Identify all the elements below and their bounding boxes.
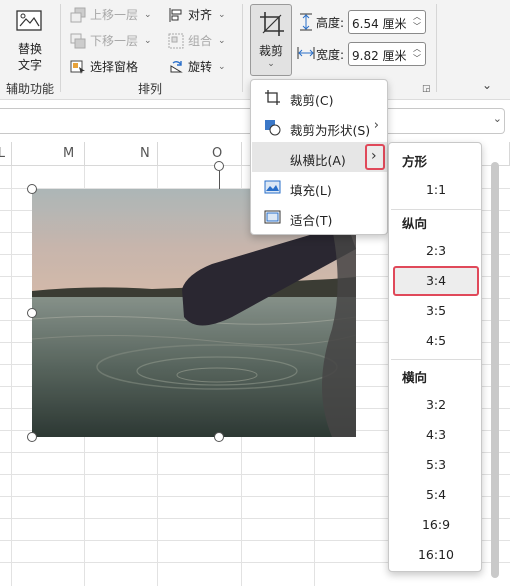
alt-text-label-1: 替换 <box>17 42 42 56</box>
menu-item-label: 适合(T) <box>290 213 333 228</box>
rotate-label: 旋转 <box>188 60 213 74</box>
width-value: 9.82 厘米 <box>352 49 407 63</box>
submenu-arrow-button[interactable]: › <box>365 144 385 170</box>
aspect-option[interactable]: 16:10 <box>393 540 479 570</box>
aspect-option[interactable]: 3:2 <box>393 390 479 420</box>
chevron-down-icon: ⌄ <box>267 59 275 69</box>
align-button[interactable]: 对齐 ⌄ <box>168 6 226 23</box>
rotate-button[interactable]: 旋转 ⌄ <box>168 58 226 75</box>
width-icon <box>297 47 315 59</box>
fit-icon <box>264 210 281 224</box>
section-header-square: 方形 <box>402 154 428 169</box>
resize-handle-bottom-left[interactable] <box>27 432 37 442</box>
section-header-portrait: 纵向 <box>402 216 428 231</box>
group-separator <box>436 4 437 92</box>
aspect-option[interactable]: 4:5 <box>393 326 479 356</box>
align-label: 对齐 <box>188 8 213 22</box>
aspect-option[interactable]: 2:3 <box>393 236 479 266</box>
alt-text-label-2: 文字 <box>17 58 42 72</box>
aspect-ratio-submenu: 方形 1:1 纵向 2:3 3:4 3:5 4:5 横向 3:2 4:3 5:3… <box>388 142 482 572</box>
aspect-option[interactable]: 1:1 <box>393 175 479 205</box>
menu-item-label: 裁剪为形状(S) <box>290 123 371 138</box>
chevron-down-icon: ⌄ <box>218 61 226 72</box>
menu-item-crop[interactable]: 裁剪(C) <box>252 82 387 112</box>
selection-pane-label: 选择窗格 <box>90 60 139 74</box>
height-icon <box>300 13 312 31</box>
chevron-down-icon: ⌄ <box>218 9 226 20</box>
aspect-option[interactable]: 3:5 <box>393 296 479 326</box>
send-backward-button[interactable]: 下移一层 ⌄ <box>70 32 152 49</box>
group-separator <box>242 4 243 92</box>
expand-formula-icon[interactable]: ⌄ <box>493 112 502 125</box>
selection-pane-icon <box>70 60 85 74</box>
scrollbar-thumb[interactable] <box>491 162 499 578</box>
bring-forward-button[interactable]: 上移一层 ⌄ <box>70 6 152 23</box>
size-dialog-launcher-icon[interactable]: ◲ <box>422 84 431 94</box>
aspect-option[interactable]: 5:4 <box>393 480 479 510</box>
selection-pane-button[interactable]: 选择窗格 <box>70 58 138 75</box>
menu-item-fill[interactable]: 填充(L) <box>252 172 387 202</box>
resize-handle-left[interactable] <box>27 308 37 318</box>
bring-forward-icon <box>70 7 86 22</box>
rotation-handle[interactable] <box>214 161 224 171</box>
shape-crop-icon <box>265 120 281 136</box>
send-backward-icon <box>70 33 86 48</box>
height-label: 高度: <box>316 16 345 30</box>
chevron-down-icon: ⌄ <box>144 9 152 20</box>
menu-item-aspect-ratio[interactable]: 纵横比(A) › <box>252 142 387 172</box>
menu-item-label: 填充(L) <box>290 183 332 198</box>
vertical-scrollbar[interactable] <box>488 160 502 580</box>
menu-separator <box>391 359 481 360</box>
aspect-option[interactable]: 4:3 <box>393 420 479 450</box>
section-header-landscape: 横向 <box>402 370 428 385</box>
crop-icon <box>260 12 284 36</box>
chevron-right-icon: › <box>373 118 379 133</box>
menu-item-crop-to-shape[interactable]: 裁剪为形状(S) › <box>252 112 387 142</box>
aspect-option[interactable]: 16:9 <box>393 510 479 540</box>
ribbon-collapse-button[interactable]: ⌄ <box>482 78 492 92</box>
group-label: 组合 <box>188 34 213 48</box>
rotation-connector <box>219 171 220 189</box>
chevron-down-icon: ⌄ <box>218 35 226 46</box>
aspect-option[interactable]: 5:3 <box>393 450 479 480</box>
aspect-option-selected[interactable]: 3:4 <box>393 266 479 296</box>
menu-item-label: 纵横比(A) <box>290 153 346 168</box>
group-label-accessibility: 辅助功能 <box>6 82 55 96</box>
align-icon <box>169 7 182 22</box>
gridline <box>11 166 12 586</box>
menu-separator <box>391 209 481 210</box>
alt-text-icon <box>16 10 42 31</box>
crop-button[interactable]: 裁剪 ⌄ <box>250 4 292 76</box>
height-field[interactable]: 6.54 厘米 ︿ ﹀ <box>348 10 426 34</box>
fill-icon <box>264 180 281 194</box>
resize-handle-bottom[interactable] <box>214 432 224 442</box>
crop-dropdown-menu: 裁剪(C) 裁剪为形状(S) › 纵横比(A) › 填充(L) 适合(T) <box>250 79 388 235</box>
crop-label: 裁剪 <box>258 44 283 58</box>
group-objects-icon <box>168 33 184 48</box>
menu-item-label: 裁剪(C) <box>290 93 334 108</box>
group-button[interactable]: 组合 ⌄ <box>168 32 226 49</box>
crop-icon <box>265 90 280 105</box>
rotate-icon <box>170 60 183 72</box>
column-header-l[interactable]: L <box>0 142 12 166</box>
bring-forward-label: 上移一层 <box>90 8 139 22</box>
send-backward-label: 下移一层 <box>90 34 139 48</box>
group-label-arrange: 排列 <box>138 82 163 96</box>
group-separator <box>60 4 61 92</box>
column-header-n[interactable]: N <box>85 142 158 166</box>
menu-item-fit[interactable]: 适合(T) <box>252 202 387 232</box>
column-header-o[interactable]: O <box>158 142 242 166</box>
width-field[interactable]: 9.82 厘米 ︿ ﹀ <box>348 42 426 66</box>
chevron-down-icon: ⌄ <box>144 35 152 46</box>
resize-handle-top-left[interactable] <box>27 184 37 194</box>
height-stepper[interactable]: ︿ ﹀ <box>413 12 421 32</box>
column-header-m[interactable]: M <box>12 142 85 166</box>
width-label: 宽度: <box>316 48 345 62</box>
height-value: 6.54 厘米 <box>352 17 407 31</box>
width-stepper[interactable]: ︿ ﹀ <box>413 44 421 64</box>
chevron-right-icon: › <box>371 148 377 164</box>
alt-text-button[interactable]: 替换 文字 <box>8 6 52 74</box>
